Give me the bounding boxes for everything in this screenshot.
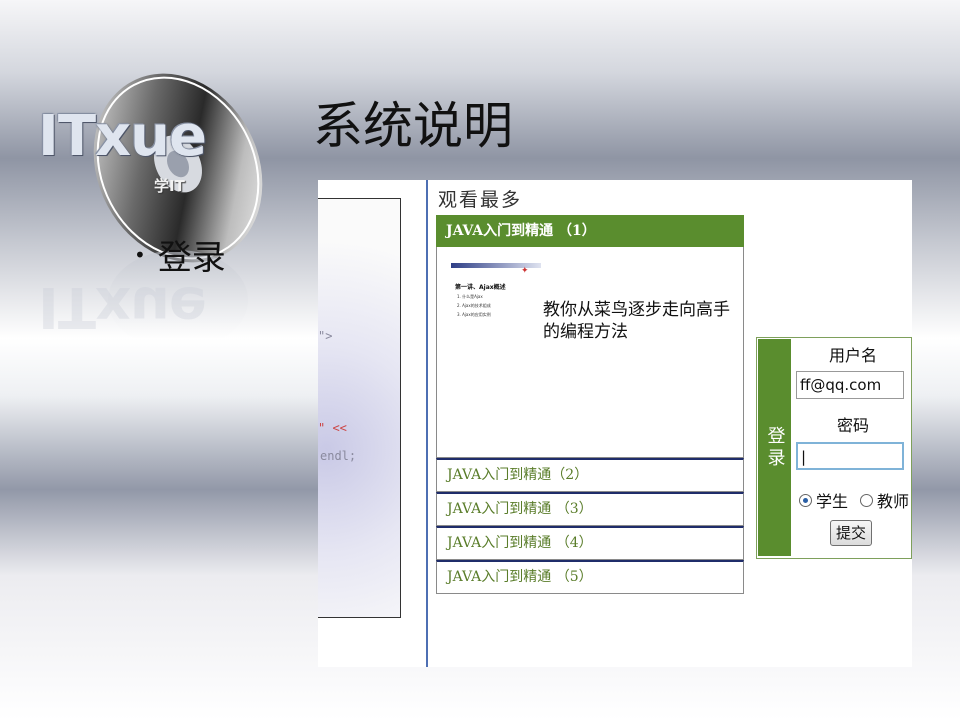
- student-radio[interactable]: [799, 493, 812, 507]
- featured-description: 教你从菜鸟逐步走向高手的编程方法: [543, 300, 730, 342]
- bullet-text: 登录: [157, 238, 226, 278]
- username-field[interactable]: ff@qq.com: [796, 371, 904, 399]
- password-label: 密码: [836, 416, 869, 435]
- bullet-dot-icon: •: [134, 242, 146, 267]
- thumbnail-heading: 第一讲、Ajax概述: [455, 284, 506, 291]
- video-link[interactable]: JAVA入门到精通 （5）: [436, 560, 744, 594]
- logo-text: ITxue: [38, 104, 207, 169]
- featured-video-title[interactable]: JAVA入门到精通 （1）: [436, 215, 744, 247]
- column-divider: [426, 180, 428, 667]
- login-form: 登录 用户名 ff@qq.com 密码 | 学生 教师 提交: [756, 337, 912, 559]
- video-link[interactable]: JAVA入门到精通 （3）: [436, 492, 744, 526]
- bullet-item: • 登录: [134, 230, 226, 279]
- role-selector: 学生 教师: [799, 488, 909, 512]
- username-label: 用户名: [828, 346, 877, 365]
- code-panel: "> " << endl;: [318, 198, 401, 618]
- code-line: " <<: [318, 421, 347, 435]
- slide-title: 系统说明: [313, 97, 513, 155]
- thumbnail-item: 2. Ajax的技术组成: [457, 303, 491, 308]
- logo-subtext: 学IT: [154, 177, 185, 195]
- video-link[interactable]: JAVA入门到精通（2）: [436, 458, 744, 492]
- video-link[interactable]: JAVA入门到精通 （4）: [436, 526, 744, 560]
- teacher-label[interactable]: 教师: [877, 488, 909, 512]
- thumbnail-logo-icon: ✦: [521, 266, 529, 276]
- submit-button[interactable]: 提交: [830, 520, 872, 546]
- video-list: JAVA入门到精通 （1） ✦ 第一讲、Ajax概述 1. 什么是Ajax 2.…: [436, 215, 744, 594]
- itxue-logo: ITxue 学IT ITxue: [28, 38, 268, 339]
- logo-reflection: ITxue: [38, 274, 207, 339]
- code-line: endl;: [320, 449, 357, 463]
- video-thumbnail[interactable]: ✦ 第一讲、Ajax概述 1. 什么是Ajax 2. Ajax的技术组成 3. …: [451, 263, 541, 385]
- student-label[interactable]: 学生: [816, 488, 848, 512]
- password-field[interactable]: |: [796, 442, 904, 470]
- thumbnail-item: 1. 什么是Ajax: [457, 294, 483, 299]
- login-side-label: 登录: [758, 339, 791, 556]
- code-line: ">: [318, 329, 333, 343]
- section-title: 观看最多: [438, 189, 523, 211]
- embedded-screenshot: "> " << endl; 观看最多 JAVA入门到精通 （1） ✦ 第一讲、A…: [318, 180, 912, 667]
- featured-video[interactable]: ✦ 第一讲、Ajax概述 1. 什么是Ajax 2. Ajax的技术组成 3. …: [436, 247, 744, 458]
- thumbnail-item: 3. Ajax的应用实例: [457, 312, 491, 317]
- teacher-radio[interactable]: [860, 493, 874, 507]
